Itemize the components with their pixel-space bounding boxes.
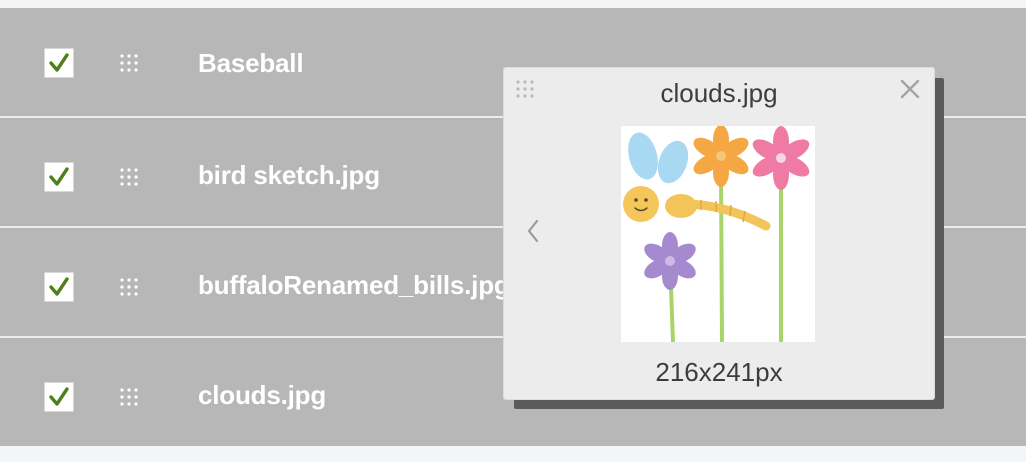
chevron-left-icon[interactable] bbox=[524, 218, 542, 244]
checkbox[interactable] bbox=[44, 48, 74, 78]
checkbox[interactable] bbox=[44, 382, 74, 412]
file-name: bird sketch.jpg bbox=[198, 160, 380, 190]
drag-handle-icon[interactable] bbox=[118, 386, 140, 408]
close-icon[interactable] bbox=[898, 77, 922, 101]
checkbox[interactable] bbox=[44, 162, 74, 192]
checkmark-icon bbox=[49, 277, 69, 296]
top-strip bbox=[0, 0, 1026, 8]
checkmark-icon bbox=[49, 167, 69, 186]
checkmark-icon bbox=[49, 387, 69, 406]
preview-title: clouds.jpg bbox=[660, 78, 778, 108]
checkbox[interactable] bbox=[44, 272, 74, 302]
file-name: Baseball bbox=[198, 48, 304, 78]
file-name: clouds.jpg bbox=[198, 380, 327, 410]
flowers-dragonfly-image bbox=[621, 126, 815, 342]
preview-dimensions: 216x241px bbox=[655, 357, 783, 387]
preview-popup: clouds.jpg 216x241px bbox=[504, 68, 934, 399]
checkmark-icon bbox=[49, 53, 69, 72]
drag-handle-icon[interactable] bbox=[118, 276, 140, 298]
drag-handle-icon[interactable] bbox=[118, 52, 140, 74]
file-name: buffaloRenamed_bills.jpg bbox=[198, 270, 510, 300]
drag-handle-icon[interactable] bbox=[118, 166, 140, 188]
preview-image bbox=[621, 126, 815, 342]
